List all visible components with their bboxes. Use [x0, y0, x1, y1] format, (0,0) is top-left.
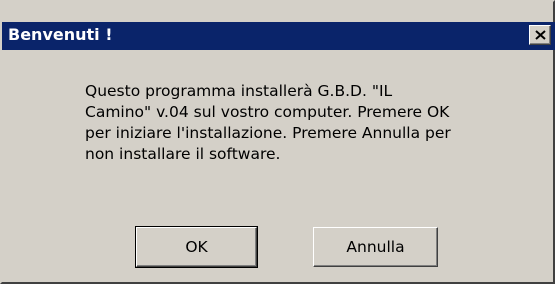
ok-button[interactable]: OK [135, 226, 258, 268]
cancel-button[interactable]: Annulla [313, 227, 438, 267]
window-title: Benvenuti ! [8, 25, 113, 44]
close-button[interactable] [529, 25, 551, 45]
install-message: Questo programma installerà G.B.D. "IL C… [85, 82, 451, 163]
title-bar[interactable]: Benvenuti ! [2, 22, 555, 50]
close-icon [535, 30, 546, 40]
installer-dialog: Benvenuti ! Questo programma installerà … [0, 0, 555, 284]
